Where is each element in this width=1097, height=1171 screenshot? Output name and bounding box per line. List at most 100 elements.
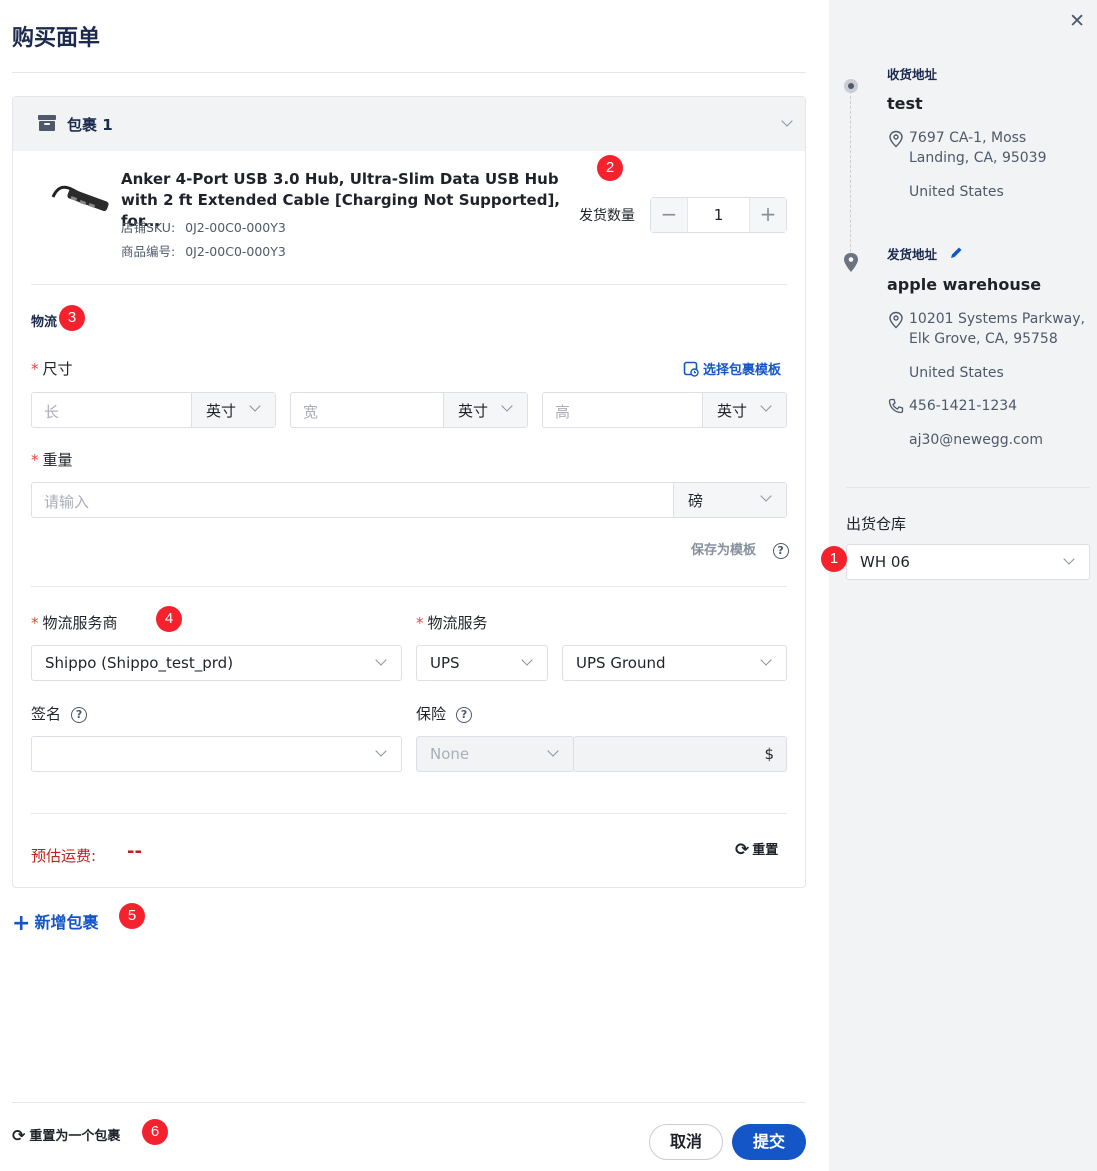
item-number: 商品编号: 0J2-00C0-000Y3 <box>121 241 286 260</box>
length-unit-select[interactable]: 英寸 <box>191 393 275 427</box>
reset-button[interactable]: ⟳ 重置 <box>735 839 778 860</box>
signature-select[interactable] <box>31 736 402 772</box>
length-unit-value: 英寸 <box>206 402 237 420</box>
chevron-down-icon <box>375 745 387 757</box>
ship-from-address: 10201 Systems Parkway, Elk Grove, CA, 95… <box>909 311 1085 347</box>
help-icon[interactable]: ? <box>772 542 789 559</box>
chevron-down-icon <box>375 654 387 666</box>
add-package-text: 新增包裹 <box>34 913 99 932</box>
insurance-option-select[interactable]: None <box>416 736 574 772</box>
insurance-label: 保险? <box>416 703 473 724</box>
ship-from-phone: 456-1421-1234 <box>909 398 1018 414</box>
quantity-decrement-button[interactable]: − <box>651 198 687 232</box>
service-level-value: UPS Ground <box>576 654 666 672</box>
help-icon[interactable]: ? <box>71 706 88 723</box>
item-number-label: 商品编号: <box>121 244 176 259</box>
height-input[interactable]: 高 英寸 <box>542 392 787 428</box>
weight-unit-value: 磅 <box>688 492 704 510</box>
submit-button[interactable]: 提交 <box>732 1124 806 1160</box>
ship-to-label: 收货地址 <box>887 67 938 82</box>
signature-label: 签名? <box>31 703 88 724</box>
height-placeholder: 高 <box>555 403 571 421</box>
insurance-option-value: None <box>430 745 470 763</box>
service-carrier-value: UPS <box>430 654 460 672</box>
chevron-down-icon <box>249 400 261 412</box>
weight-unit-select[interactable]: 磅 <box>673 483 786 517</box>
page-title: 购买面单 <box>12 26 101 51</box>
side-panel: ✕ 收货地址 test 7697 CA-1, Moss Landing, CA,… <box>829 0 1097 1171</box>
ship-from-email: aj30@newegg.com <box>909 432 1043 448</box>
refresh-icon: ⟳ <box>735 840 750 860</box>
ship-to-country: United States <box>909 184 1004 200</box>
warehouse-value: WH 06 <box>860 553 910 571</box>
chevron-down-icon <box>760 400 772 412</box>
ship-from-pin-icon <box>844 253 858 272</box>
chevron-down-icon <box>501 400 513 412</box>
template-icon <box>683 361 699 377</box>
save-as-template-link[interactable]: 保存为模板 ? <box>691 539 789 559</box>
ship-to-address: 7697 CA-1, Moss Landing, CA, 95039 <box>909 130 1047 166</box>
annotation-badge-1: 1 <box>821 546 847 572</box>
estimate-value: -- <box>127 841 142 862</box>
quantity-stepper: − 1 + <box>650 197 787 233</box>
length-placeholder: 长 <box>44 403 60 421</box>
insurance-amount-input[interactable]: $ <box>573 736 787 772</box>
help-icon[interactable]: ? <box>456 706 473 723</box>
carrier-value: Shippo (Shippo_test_prd) <box>45 654 234 672</box>
add-package-button[interactable]: + 新增包裹 <box>12 909 98 936</box>
select-package-template-link[interactable]: 选择包裹模板 <box>683 359 781 378</box>
reset-to-one-text: 重置为一个包裹 <box>29 1129 121 1144</box>
width-input[interactable]: 宽 英寸 <box>290 392 528 428</box>
warehouse-select[interactable]: WH 06 <box>846 544 1090 580</box>
carrier-select[interactable]: Shippo (Shippo_test_prd) <box>31 645 402 681</box>
required-mark: * <box>31 614 39 632</box>
package-box-icon <box>38 115 56 131</box>
service-level-select[interactable]: UPS Ground <box>562 645 787 681</box>
dimensions-label: * 尺寸 <box>31 358 73 379</box>
ship-to-name: test <box>887 94 923 113</box>
width-placeholder: 宽 <box>303 403 319 421</box>
insurance-label-text: 保险 <box>416 705 447 723</box>
product-image <box>51 185 109 212</box>
estimate-label: 预估运费: <box>31 847 97 865</box>
service-label-text: 物流服务 <box>427 614 488 632</box>
timeline-line <box>850 86 851 262</box>
side-divider <box>846 487 1090 488</box>
carrier-label: * 物流服务商 <box>31 612 118 633</box>
carrier-label-text: 物流服务商 <box>42 614 118 632</box>
cancel-button[interactable]: 取消 <box>649 1124 723 1160</box>
height-unit-select[interactable]: 英寸 <box>702 393 786 427</box>
package-card: 包裹 1 Anker 4-Port USB 3.0 Hub, Ultra-Sli… <box>12 96 806 888</box>
chevron-down-icon <box>1063 553 1075 565</box>
weight-input[interactable]: 请输入 磅 <box>31 482 787 518</box>
width-unit-value: 英寸 <box>458 402 489 420</box>
annotation-badge-2: 2 <box>597 155 623 181</box>
annotation-badge-3: 3 <box>59 305 85 331</box>
service-carrier-select[interactable]: UPS <box>416 645 548 681</box>
product-divider <box>31 284 787 285</box>
store-sku: 店铺SKU: 0J2-00C0-000Y3 <box>121 217 286 236</box>
location-icon <box>889 130 903 148</box>
reset-to-one-package-button[interactable]: ⟳ 重置为一个包裹 <box>12 1125 120 1145</box>
required-mark: * <box>31 360 39 378</box>
chevron-down-icon[interactable] <box>781 115 793 127</box>
quantity-input[interactable]: 1 <box>687 198 750 232</box>
weight-label: * 重量 <box>31 449 73 470</box>
package-title: 包裹 1 <box>67 116 113 134</box>
chevron-down-icon <box>547 745 559 757</box>
width-unit-select[interactable]: 英寸 <box>443 393 527 427</box>
package-header[interactable]: 包裹 1 <box>13 97 805 151</box>
weight-placeholder: 请输入 <box>44 493 90 511</box>
weight-divider <box>31 586 787 587</box>
edit-pencil-icon[interactable] <box>949 246 963 260</box>
quantity-increment-button[interactable]: + <box>750 198 786 232</box>
plus-icon: + <box>12 911 31 936</box>
footer-divider <box>12 1102 806 1103</box>
length-input[interactable]: 长 英寸 <box>31 392 276 428</box>
ship-to-dot-icon <box>844 79 858 93</box>
annotation-badge-6: 6 <box>142 1119 168 1145</box>
close-icon[interactable]: ✕ <box>1069 10 1085 32</box>
refresh-icon: ⟳ <box>12 1126 26 1145</box>
warehouse-label: 出货仓库 <box>846 515 907 533</box>
required-mark: * <box>416 614 424 632</box>
